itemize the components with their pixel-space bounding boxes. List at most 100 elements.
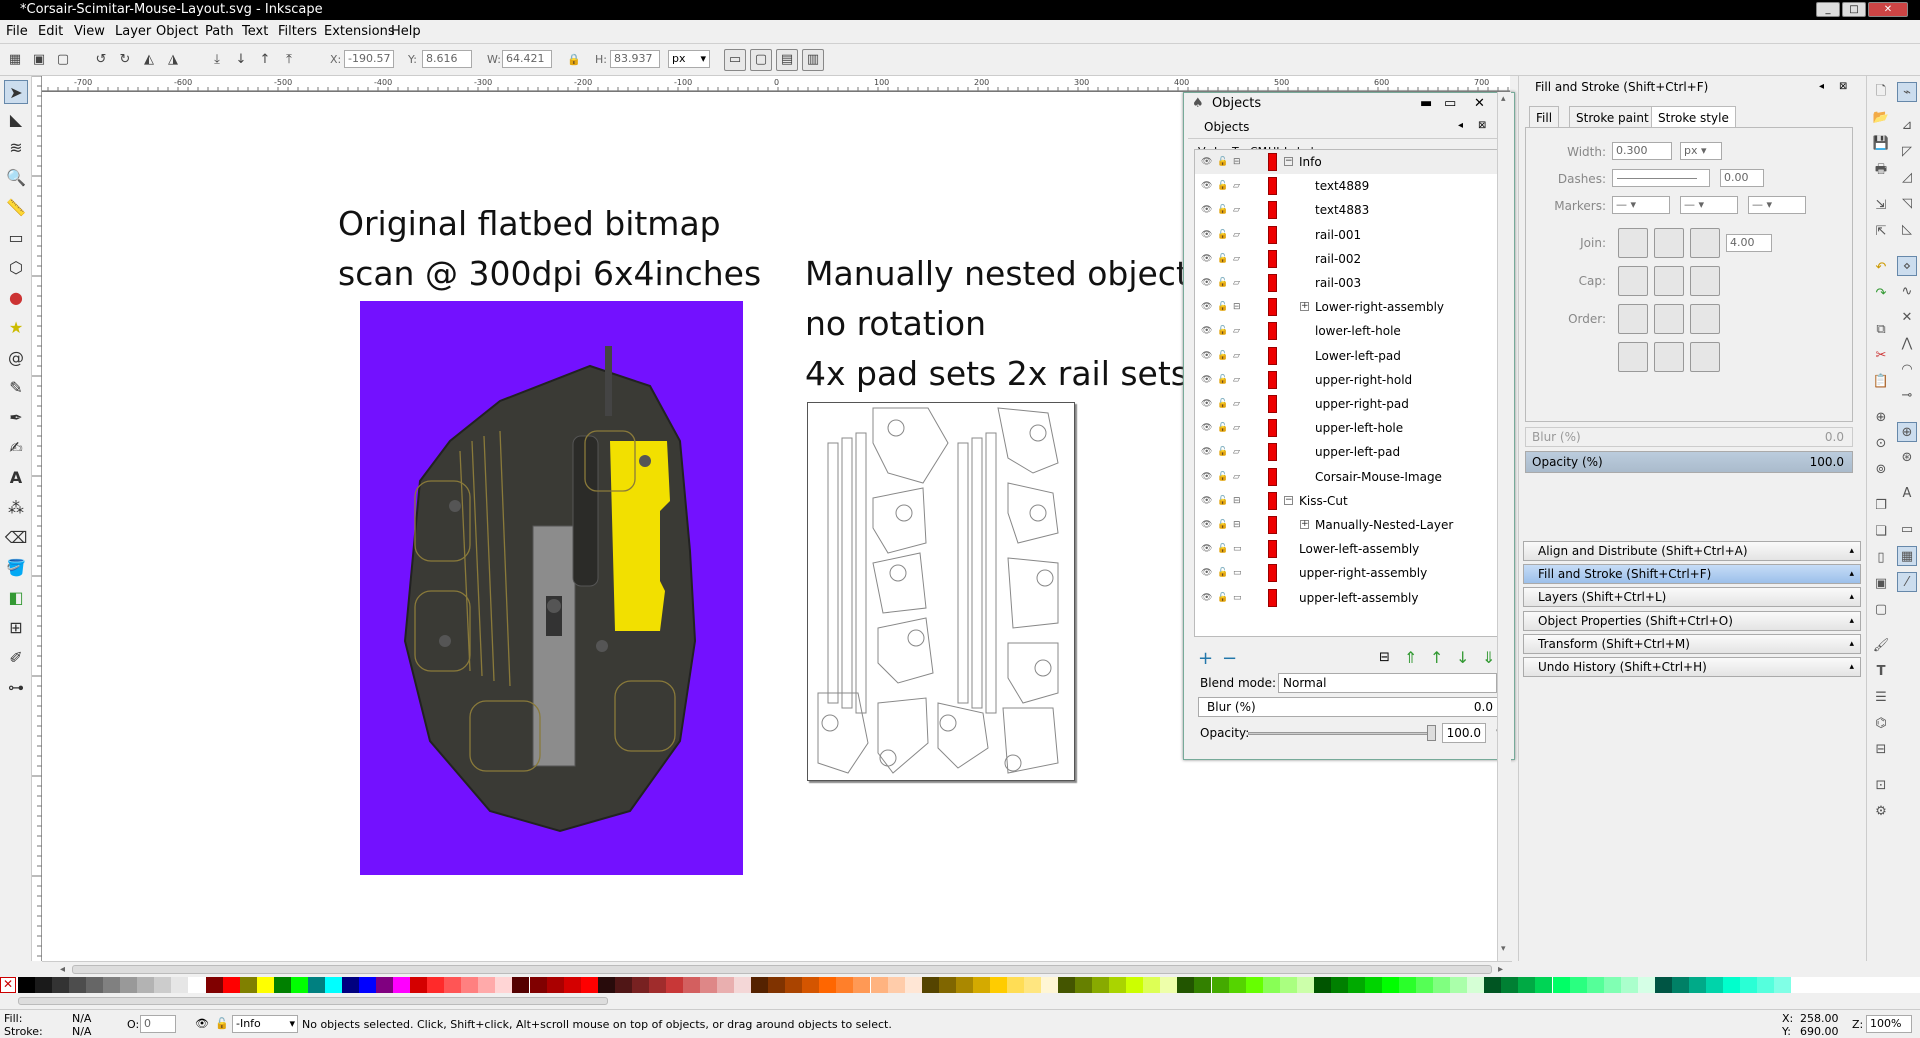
color-swatch[interactable] xyxy=(1211,977,1229,993)
color-swatch[interactable] xyxy=(1279,977,1297,993)
lock-ratio-icon[interactable]: 🔒 xyxy=(563,49,585,71)
snap-page-icon[interactable]: ▭ xyxy=(1897,520,1917,540)
visibility-eye-icon[interactable]: 👁 xyxy=(1201,150,1212,174)
dock-item[interactable]: Undo History (Shift+Ctrl+H) ▴ xyxy=(1523,657,1861,677)
chevron-up-icon[interactable]: ▴ xyxy=(1849,542,1854,560)
object-row[interactable]: 👁 🔓 ▱ upper-left-pad xyxy=(1195,440,1506,464)
object-row[interactable]: 👁 🔓 ▭ upper-left-assembly xyxy=(1195,586,1506,610)
lock-icon[interactable]: 🔓 xyxy=(1217,319,1228,343)
tweak-tool-icon[interactable]: ≋ xyxy=(4,136,28,160)
color-swatch[interactable] xyxy=(1126,977,1144,993)
color-swatch[interactable] xyxy=(563,977,581,993)
highlight-color-swatch[interactable] xyxy=(1268,346,1277,365)
collapse-icon[interactable]: − xyxy=(1284,495,1293,505)
color-swatch[interactable] xyxy=(1552,977,1570,993)
start-marker-select[interactable]: — ▾ xyxy=(1612,196,1670,214)
objects-window[interactable]: Objects ♠ ▬ ▭ ✕ Objects ◂ ⊠ V L T CM HL … xyxy=(1183,92,1515,760)
miter-limit-field[interactable]: 4.00 xyxy=(1726,234,1772,252)
scroll-up-icon[interactable]: ▴ xyxy=(1501,94,1506,104)
chevron-up-icon[interactable]: ▴ xyxy=(1849,612,1854,630)
color-swatch[interactable] xyxy=(341,977,359,993)
color-swatch[interactable] xyxy=(938,977,956,993)
color-swatch[interactable] xyxy=(478,977,496,993)
paste-icon[interactable]: 📋 xyxy=(1871,372,1891,392)
color-swatch[interactable] xyxy=(1586,977,1604,993)
snap-baseline-icon[interactable]: A xyxy=(1897,484,1917,504)
text-tool-icon[interactable]: A xyxy=(4,466,28,490)
color-swatch[interactable] xyxy=(222,977,240,993)
color-swatch[interactable] xyxy=(819,977,837,993)
color-swatch[interactable] xyxy=(648,977,666,993)
visibility-eye-icon[interactable]: 👁 xyxy=(1201,223,1212,247)
export-icon[interactable]: ⇱ xyxy=(1871,222,1891,242)
color-swatch[interactable] xyxy=(1262,977,1280,993)
palette-scrollbar[interactable] xyxy=(0,993,1920,1009)
objects-tree[interactable]: 👁 🔓 ⊟ − Info 👁 🔓 ▱ text4889 👁 🔓 ▱ text4883 👁 🔓 ▱ rail-00… xyxy=(1194,149,1507,637)
lock-icon[interactable]: 🔓 xyxy=(1217,392,1228,416)
order-stroke-markers-button[interactable] xyxy=(1654,342,1684,372)
palette-scroll-thumb[interactable] xyxy=(18,997,608,1005)
color-swatch[interactable] xyxy=(1382,977,1400,993)
menu-help[interactable]: Help xyxy=(391,24,421,39)
blend-mode-select[interactable]: Normal▾ xyxy=(1278,673,1508,693)
visibility-eye-icon[interactable]: 👁 xyxy=(1201,537,1212,561)
zoom-page-icon[interactable]: ⊚ xyxy=(1871,460,1891,480)
raise-icon[interactable]: ↑ xyxy=(254,49,276,71)
maximize-button[interactable]: □ xyxy=(1842,2,1866,17)
color-swatch[interactable] xyxy=(512,977,530,993)
color-swatch[interactable] xyxy=(580,977,598,993)
lock-icon[interactable]: 🔓 xyxy=(1217,561,1228,585)
new-doc-icon[interactable]: 🗋 xyxy=(1871,82,1891,102)
color-swatch[interactable] xyxy=(393,977,411,993)
vertical-scrollbar[interactable]: ▴ ▾ xyxy=(1497,92,1511,961)
dock-item[interactable]: Object Properties (Shift+Ctrl+O) ▴ xyxy=(1523,610,1861,631)
color-swatch[interactable] xyxy=(972,977,990,993)
raise-icon[interactable]: ↑ xyxy=(1430,648,1443,667)
color-swatch[interactable] xyxy=(1313,977,1331,993)
color-swatch[interactable] xyxy=(1160,977,1178,993)
w-field[interactable]: 64.421 xyxy=(502,50,552,68)
menu-edit[interactable]: Edit xyxy=(38,24,63,39)
order-normal-button[interactable] xyxy=(1618,304,1648,334)
lock-icon[interactable]: 🔓 xyxy=(1217,489,1228,513)
color-swatch[interactable] xyxy=(69,977,87,993)
snap-cusp-icon[interactable]: ⋀ xyxy=(1897,334,1917,354)
color-swatch[interactable] xyxy=(768,977,786,993)
color-swatch[interactable] xyxy=(1501,977,1519,993)
highlight-color-swatch[interactable] xyxy=(1268,225,1277,244)
color-swatch[interactable] xyxy=(188,977,206,993)
canvas-text-right-3[interactable]: 4x pad sets 2x rail sets xyxy=(805,354,1188,393)
color-swatch[interactable] xyxy=(324,977,342,993)
rectangle-tool-icon[interactable]: ▭ xyxy=(4,226,28,250)
color-swatch[interactable] xyxy=(410,977,428,993)
color-swatch[interactable] xyxy=(376,977,394,993)
order-stroke-fill-button[interactable] xyxy=(1654,304,1684,334)
window-restore-icon[interactable]: ▭ xyxy=(1444,93,1456,115)
highlight-color-swatch[interactable] xyxy=(1268,588,1277,607)
object-row[interactable]: 👁 🔓 ▭ Lower-left-assembly xyxy=(1195,537,1506,561)
lock-icon[interactable]: 🔓 xyxy=(1217,150,1228,174)
paint-bucket-tool-icon[interactable]: 🪣 xyxy=(4,556,28,580)
color-swatch[interactable] xyxy=(1705,977,1723,993)
fs-opacity-slider[interactable]: Opacity (%) 100.0 xyxy=(1525,451,1853,473)
dropper-tool-icon[interactable]: ✐ xyxy=(4,646,28,670)
color-swatch[interactable] xyxy=(1688,977,1706,993)
nested-cut-layout[interactable] xyxy=(807,402,1075,781)
copy-icon[interactable]: ⧉ xyxy=(1871,320,1891,340)
color-swatch[interactable] xyxy=(1433,977,1451,993)
highlight-color-swatch[interactable] xyxy=(1268,516,1277,534)
color-swatch[interactable] xyxy=(171,977,189,993)
color-swatch[interactable] xyxy=(1518,977,1536,993)
snap-bbox-edge-icon[interactable]: ◸ xyxy=(1897,142,1917,162)
color-swatch[interactable] xyxy=(52,977,70,993)
canvas-text-left-2[interactable]: scan @ 300dpi 6x4inches xyxy=(338,254,761,293)
preferences-icon[interactable]: ⚙ xyxy=(1871,802,1891,822)
color-swatch[interactable] xyxy=(1757,977,1775,993)
close-button[interactable]: ✕ xyxy=(1868,2,1908,17)
color-swatch[interactable] xyxy=(734,977,752,993)
visibility-eye-icon[interactable]: 👁 xyxy=(1201,416,1212,440)
color-swatch[interactable] xyxy=(359,977,377,993)
object-row[interactable]: 👁 🔓 ▱ rail-002 xyxy=(1195,247,1506,271)
object-row[interactable]: 👁 🔓 ▱ lower-left-hole xyxy=(1195,319,1506,343)
highlight-color-swatch[interactable] xyxy=(1268,491,1277,510)
